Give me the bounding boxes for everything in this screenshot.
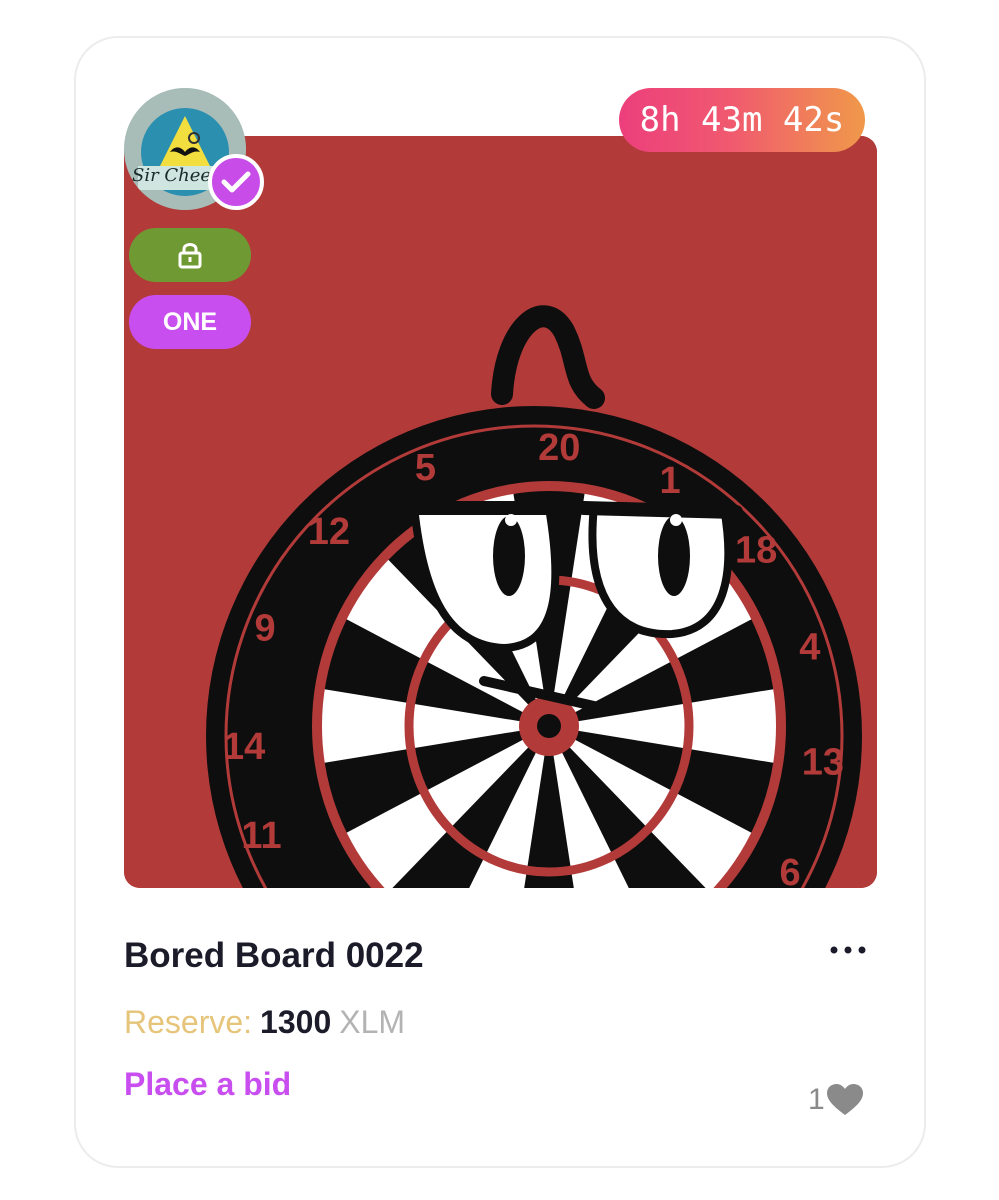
place-bid-link[interactable]: Place a bid <box>124 1066 291 1103</box>
like-count: 1 <box>808 1083 825 1116</box>
verified-badge <box>208 154 264 210</box>
unlockable-badge <box>129 228 251 282</box>
dartboard-number: 4 <box>799 626 820 668</box>
dartboard-number: 9 <box>255 607 276 649</box>
dartboard-number: 20 <box>538 427 580 469</box>
more-options-button[interactable] <box>826 932 870 968</box>
auction-countdown: 8h 43m 42s <box>619 88 865 152</box>
nft-title[interactable]: Bored Board 0022 <box>124 936 424 976</box>
heart-icon <box>826 1084 863 1115</box>
dartboard-number: 11 <box>241 815 281 857</box>
lock-icon <box>178 243 202 269</box>
reserve-amount: 1300 <box>260 1004 332 1040</box>
checkmark-icon <box>221 171 251 193</box>
dartboard-number: 14 <box>223 726 265 768</box>
dartboard-number: 13 <box>802 741 844 783</box>
like-button[interactable]: 1 <box>808 1080 863 1120</box>
reserve-price: Reserve: 1300 XLM <box>124 1004 405 1041</box>
dartboard-number: 18 <box>735 530 777 572</box>
reserve-label: Reserve: <box>124 1004 253 1040</box>
reserve-currency: XLM <box>339 1004 406 1040</box>
dartboard-number: 5 <box>415 447 436 489</box>
edition-badge: ONE <box>129 295 251 349</box>
dartboard-number: 1 <box>660 460 681 502</box>
ellipsis-icon <box>830 946 866 954</box>
dartboard-number: 12 <box>308 511 350 553</box>
dartboard-number: 6 <box>780 852 801 888</box>
